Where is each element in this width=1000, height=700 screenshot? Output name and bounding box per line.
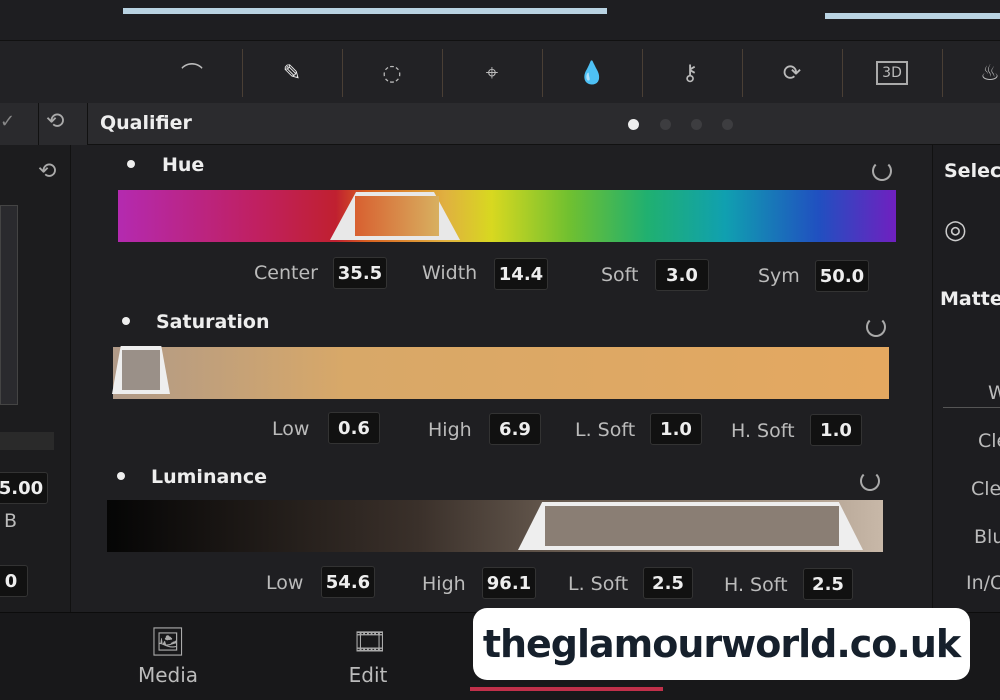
lum-high-field[interactable]: 96.1: [482, 567, 536, 599]
active-tab-indicator: [470, 687, 663, 691]
eyedropper-icon[interactable]: ✎: [267, 49, 317, 97]
curves-icon[interactable]: ⌒: [167, 49, 217, 97]
3d-icon[interactable]: 3D: [867, 49, 917, 97]
top-bar: [0, 0, 1000, 40]
lum-hsoft-field[interactable]: 2.5: [803, 568, 853, 600]
lum-low-label: Low: [266, 572, 304, 594]
hue-label: Hue: [162, 154, 205, 176]
selection-label: Select: [944, 160, 1000, 182]
blur-icon[interactable]: 💧: [567, 49, 617, 97]
sat-low-field[interactable]: 0.6: [328, 412, 380, 444]
sat-lsoft-field[interactable]: 1.0: [650, 413, 702, 445]
key-icon[interactable]: ⚷: [665, 49, 715, 97]
lum-lsoft-label: L. Soft: [568, 573, 629, 595]
sat-hsoft-label: H. Soft: [731, 420, 795, 442]
nav-edit[interactable]: Edit: [308, 663, 428, 687]
power-window-icon[interactable]: ◌: [367, 49, 417, 97]
center-field[interactable]: 35.5: [333, 257, 387, 289]
sat-lsoft-label: L. Soft: [575, 419, 636, 441]
tracker-icon[interactable]: ⌖: [467, 49, 517, 97]
soft-field[interactable]: 3.0: [655, 259, 709, 291]
left-value[interactable]: 0: [0, 565, 28, 597]
lum-hsoft-label: H. Soft: [724, 574, 788, 596]
nav-media[interactable]: Media: [108, 663, 228, 687]
sym-label: Sym: [758, 265, 800, 287]
sym-field[interactable]: 50.0: [815, 260, 869, 292]
sat-hsoft-field[interactable]: 1.0: [810, 414, 862, 446]
hue-bar[interactable]: [118, 190, 896, 242]
center-label: Center: [254, 262, 318, 284]
matte-label: Matte: [940, 288, 1000, 310]
page-dot-active[interactable]: [628, 119, 639, 130]
qualifier-title: Qualifier: [100, 112, 192, 134]
lum-lsoft-field[interactable]: 2.5: [643, 567, 693, 599]
resize-icon[interactable]: ⟳: [767, 49, 817, 97]
scrollbar[interactable]: [0, 205, 18, 405]
left-tab: ✓ ⟲: [0, 103, 88, 145]
progress-bar: [825, 13, 1000, 19]
saturation-bar[interactable]: [113, 347, 889, 399]
width-field[interactable]: 14.4: [494, 258, 548, 290]
saturation-label: Saturation: [156, 311, 270, 333]
check-icon[interactable]: ✓: [0, 111, 15, 132]
sat-high-field[interactable]: 6.9: [489, 413, 541, 445]
reset-icon[interactable]: ⟲: [46, 109, 64, 134]
media-icon[interactable]: 🖼: [150, 625, 186, 658]
page-dot[interactable]: [660, 119, 671, 130]
lum-low-field[interactable]: 54.6: [321, 566, 375, 598]
lum-high-label: High: [422, 573, 466, 595]
sat-low-label: Low: [272, 418, 310, 440]
left-panel: ⟲ 5.00 B 0: [0, 145, 70, 612]
width-label: Width: [422, 262, 478, 284]
page-dot[interactable]: [722, 119, 733, 130]
left-label: B: [4, 510, 18, 532]
sat-high-label: High: [428, 419, 472, 441]
luminance-reset-icon[interactable]: [860, 471, 880, 491]
hue-reset-icon[interactable]: [872, 161, 892, 181]
fx-icon[interactable]: ♨: [965, 49, 1000, 97]
watermark: theglamourworld.co.uk: [473, 608, 970, 680]
toolbar: ⌒ ✎ ◌ ⌖ 💧 ⚷ ⟳ 3D ♨: [0, 40, 1000, 103]
edit-icon[interactable]: 🎞: [352, 625, 388, 658]
luminance-label: Luminance: [151, 466, 267, 488]
page-dot[interactable]: [691, 119, 702, 130]
saturation-reset-icon[interactable]: [866, 317, 886, 337]
reset-icon[interactable]: ⟲: [38, 159, 56, 184]
left-value[interactable]: 5.00: [0, 472, 48, 504]
qualifier-header: [88, 103, 1000, 145]
picker-icon[interactable]: ◎: [944, 215, 967, 245]
progress-bar: [123, 8, 607, 14]
soft-label: Soft: [601, 264, 639, 286]
